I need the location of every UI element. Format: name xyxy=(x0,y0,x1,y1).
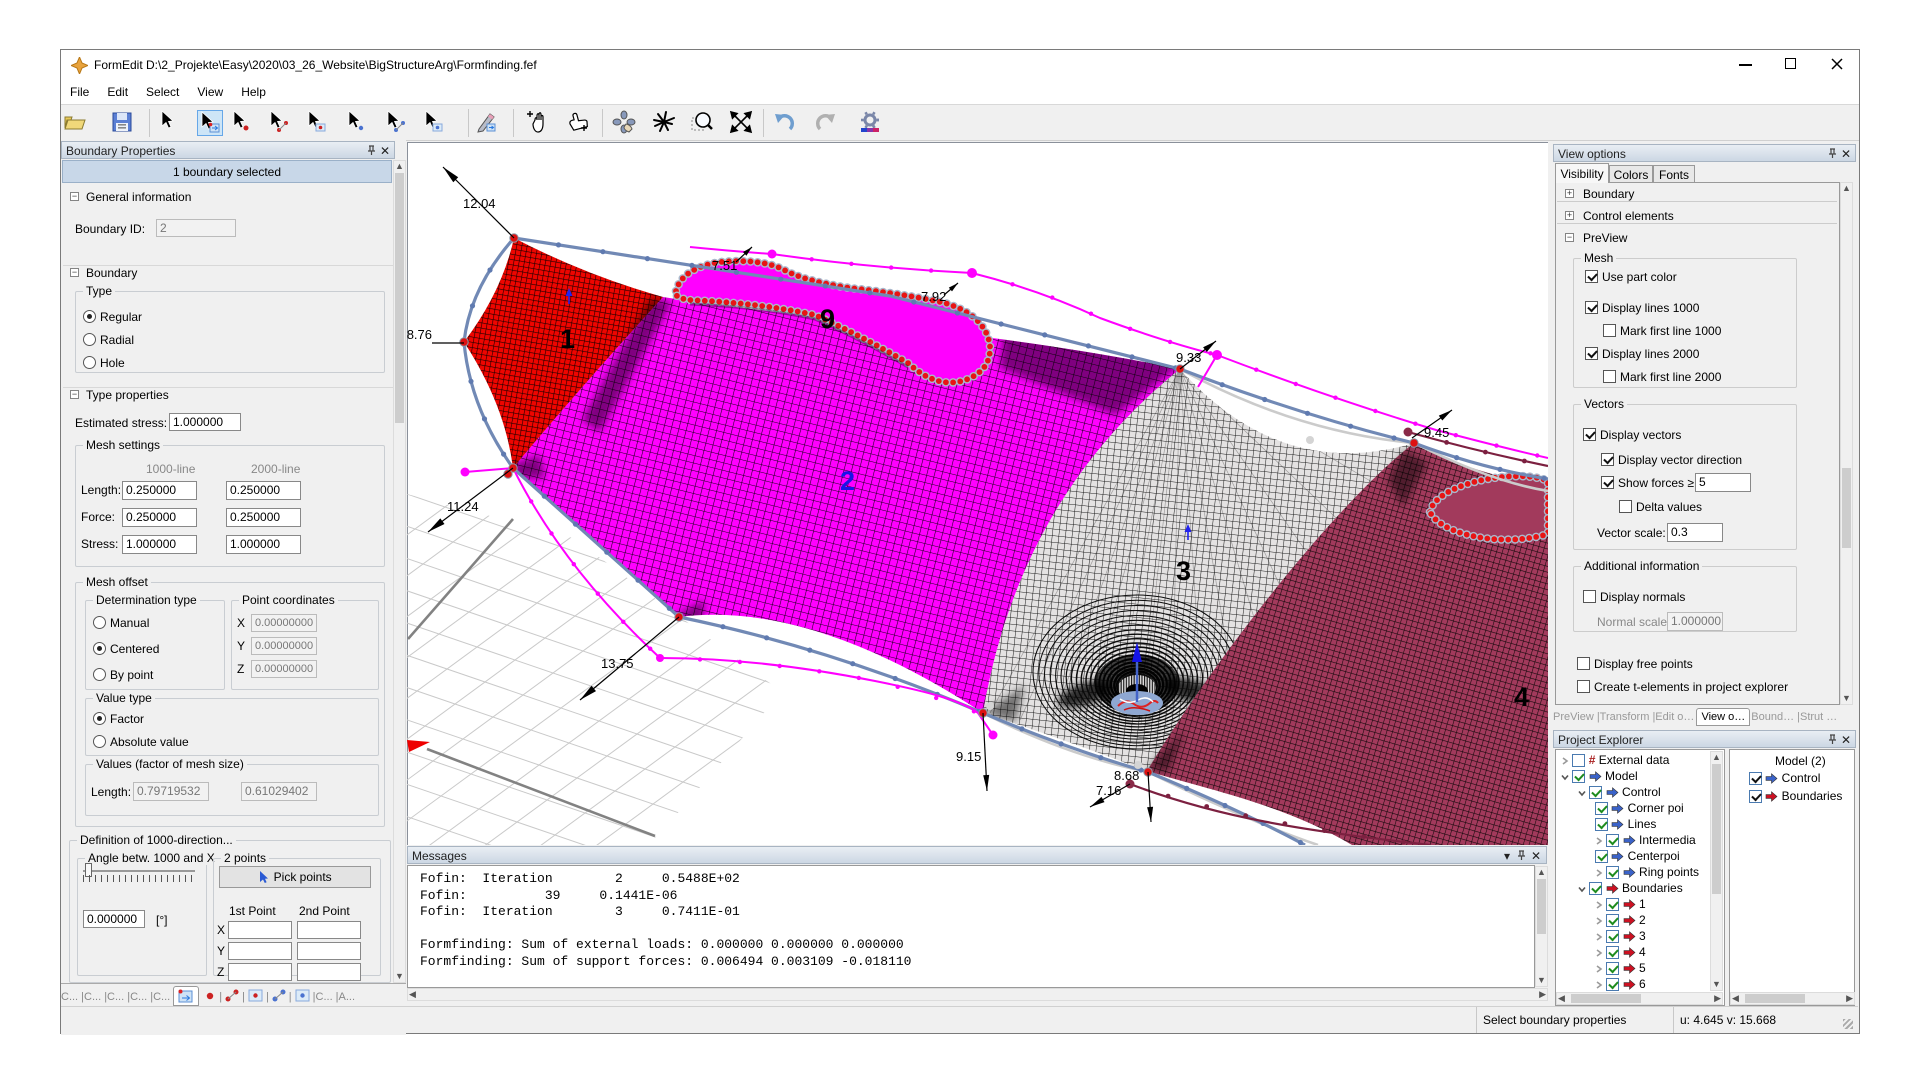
svg-text:11.24: 11.24 xyxy=(447,499,479,514)
svg-text:7.92: 7.92 xyxy=(921,289,946,304)
svg-text:7.51: 7.51 xyxy=(712,258,737,273)
svg-text:4: 4 xyxy=(1514,682,1529,712)
svg-text:12.04: 12.04 xyxy=(463,196,496,211)
svg-text:9.15: 9.15 xyxy=(956,749,981,764)
svg-text:2: 2 xyxy=(840,466,855,496)
svg-text:8.68: 8.68 xyxy=(1114,768,1139,783)
svg-text:9.33: 9.33 xyxy=(1176,350,1201,365)
svg-text:13.75: 13.75 xyxy=(601,656,634,671)
svg-text:1: 1 xyxy=(560,324,575,354)
svg-text:8.76: 8.76 xyxy=(407,327,432,342)
svg-text:9: 9 xyxy=(820,304,835,334)
svg-text:3: 3 xyxy=(1176,556,1191,586)
svg-text:9.45: 9.45 xyxy=(1424,425,1449,440)
svg-text:7.16: 7.16 xyxy=(1096,783,1121,798)
